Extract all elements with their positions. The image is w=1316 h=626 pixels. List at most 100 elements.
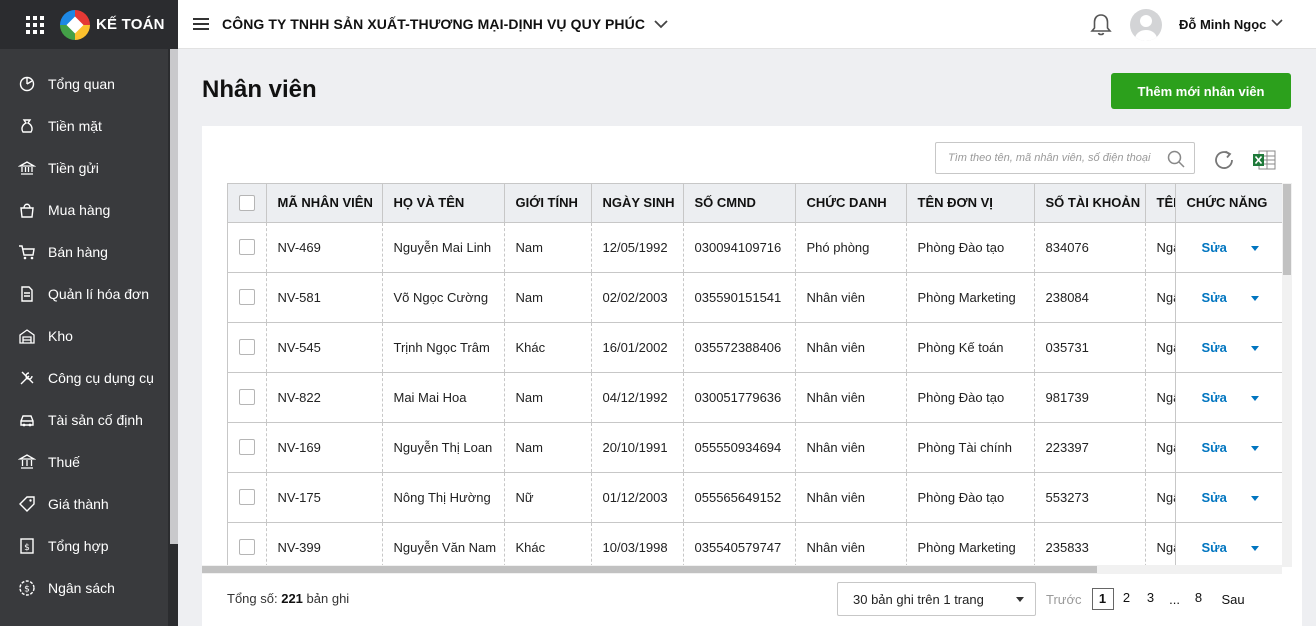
edit-link[interactable]: Sửa	[1202, 490, 1227, 505]
row-checkbox-cell[interactable]	[228, 322, 267, 373]
company-name[interactable]: CÔNG TY TNHH SẢN XUẤT-THƯƠNG MẠI-DỊNH VỤ…	[222, 16, 645, 32]
sidebar-item[interactable]: $ Tổng hợp	[0, 525, 168, 567]
refresh-icon[interactable]	[1212, 148, 1236, 172]
row-checkbox[interactable]	[238, 489, 255, 506]
sidebar-item[interactable]: Thuế	[0, 441, 168, 483]
sidebar-item[interactable]: Tiền mặt	[0, 105, 168, 147]
user-avatar[interactable]	[1130, 9, 1162, 41]
row-checkbox-cell[interactable]	[228, 472, 267, 523]
column-header-position[interactable]: CHỨC DANH	[795, 184, 907, 223]
column-header-name[interactable]: HỌ VÀ TÊN	[382, 184, 505, 223]
sidebar-item[interactable]: $ Ngân sách	[0, 567, 168, 609]
sidebar-item[interactable]: Tài sản cố định	[0, 399, 168, 441]
row-checkbox-cell[interactable]	[228, 522, 267, 567]
search-icon[interactable]	[1167, 150, 1185, 168]
cell-unit-name: Phòng Marketing	[906, 272, 1035, 323]
row-actions-dropdown-icon[interactable]	[1250, 395, 1259, 401]
row-checkbox[interactable]	[238, 439, 255, 456]
sidebar-item[interactable]: Kho	[0, 315, 168, 357]
row-checkbox-cell[interactable]	[228, 222, 267, 273]
sidebar-item[interactable]: Quản lí hóa đơn	[0, 273, 168, 315]
sidebar-logo-bar: KẾ TOÁN	[0, 0, 178, 49]
edit-link[interactable]: Sửa	[1202, 390, 1227, 405]
column-header-code[interactable]: MÃ NHÂN VIÊN	[266, 184, 383, 223]
row-checkbox[interactable]	[238, 239, 255, 256]
sidebar-item[interactable]: Bán hàng	[0, 231, 168, 273]
edit-link[interactable]: Sửa	[1202, 240, 1227, 255]
cell-bank-name: Ngân hàng	[1145, 522, 1176, 567]
svg-text:$: $	[24, 585, 30, 595]
sidebar-scrollbar-thumb[interactable]	[170, 49, 178, 544]
hamburger-menu-icon[interactable]	[193, 18, 209, 30]
pagination-next[interactable]: Sau	[1222, 592, 1245, 607]
search-input[interactable]	[936, 143, 1156, 173]
cell-date-of-birth: 04/12/1992	[591, 372, 684, 423]
row-actions-dropdown-icon[interactable]	[1250, 445, 1259, 451]
table-row[interactable]: NV-545 Trịnh Ngọc Trâm Khác 16/01/2002 03557…	[228, 322, 1282, 373]
cell-gender: Nam	[504, 372, 592, 423]
pagination-page[interactable]: 3	[1140, 588, 1162, 610]
sidebar-item-label: Tài sản cố định	[48, 412, 143, 428]
cell-date-of-birth: 02/02/2003	[591, 272, 684, 323]
pagination-prev[interactable]: Trước	[1046, 592, 1082, 607]
edit-link[interactable]: Sửa	[1202, 340, 1227, 355]
column-header-bank[interactable]: TÊN NGÂN HÀNG	[1145, 184, 1176, 223]
chevron-down-icon[interactable]	[654, 19, 668, 29]
row-checkbox[interactable]	[238, 289, 255, 306]
user-menu-chevron-icon[interactable]	[1271, 19, 1283, 27]
table-row[interactable]: NV-581 Võ Ngọc Cường Nam 02/02/2003 03559015…	[228, 272, 1282, 323]
column-header-unit[interactable]: TÊN ĐƠN VỊ	[906, 184, 1035, 223]
excel-export-icon[interactable]	[1252, 150, 1276, 170]
column-header-gender[interactable]: GIỚI TÍNH	[504, 184, 592, 223]
table-row[interactable]: NV-169 Nguyễn Thị Loan Nam 20/10/1991 055550…	[228, 422, 1282, 473]
row-checkbox[interactable]	[238, 389, 255, 406]
column-header-account[interactable]: SỐ TÀI KHOẢN	[1034, 184, 1146, 223]
column-header-id-number[interactable]: SỐ CMND	[683, 184, 796, 223]
row-checkbox[interactable]	[238, 339, 255, 356]
table-row[interactable]: NV-822 Mai Mai Hoa Nam 04/12/1992 0300517796…	[228, 372, 1282, 423]
select-all-checkbox-cell[interactable]	[228, 184, 267, 223]
user-name[interactable]: Đỗ Minh Ngọc	[1179, 17, 1266, 32]
page-size-select[interactable]: 30 bản ghi trên 1 trang	[837, 582, 1036, 616]
cell-gender: Nam	[504, 272, 592, 323]
sidebar-item[interactable]: Tiền gửi	[0, 147, 168, 189]
table-horizontal-scrollbar-thumb[interactable]	[202, 566, 1097, 573]
pagination-current-page[interactable]: 1	[1091, 588, 1114, 610]
cell-account-number: 981739	[1034, 372, 1146, 423]
row-actions-dropdown-icon[interactable]	[1250, 295, 1259, 301]
edit-link[interactable]: Sửa	[1202, 290, 1227, 305]
cell-employee-name: Võ Ngọc Cường	[382, 272, 505, 323]
cell-account-number: 035731	[1034, 322, 1146, 373]
select-all-checkbox[interactable]	[238, 195, 255, 212]
tax-building-icon	[18, 453, 36, 471]
edit-link[interactable]: Sửa	[1202, 440, 1227, 455]
sidebar-item[interactable]: Giá thành	[0, 483, 168, 525]
sidebar-item[interactable]: Tổng quan	[0, 63, 168, 105]
cell-unit-name: Phòng Kế toán	[906, 322, 1035, 373]
row-actions-dropdown-icon[interactable]	[1250, 345, 1259, 351]
sidebar-item[interactable]: Mua hàng	[0, 189, 168, 231]
column-header-dob[interactable]: NGÀY SINH	[591, 184, 684, 223]
pagination: Trước 1 2 3... 8 Sau	[1046, 588, 1245, 610]
row-actions-dropdown-icon[interactable]	[1250, 495, 1259, 501]
row-checkbox-cell[interactable]	[228, 372, 267, 423]
table-row[interactable]: NV-399 Nguyễn Văn Nam Khác 10/03/1998 035540…	[228, 522, 1282, 567]
notification-bell-icon[interactable]	[1088, 12, 1114, 38]
add-employee-button[interactable]: Thêm mới nhân viên	[1111, 73, 1291, 109]
edit-link[interactable]: Sửa	[1202, 540, 1227, 555]
cell-employee-code: NV-399	[266, 522, 383, 567]
sidebar: KẾ TOÁN Tổng quan Tiền mặt Tiền gửi Mua hàn…	[0, 0, 178, 626]
table-row[interactable]: NV-175 Nông Thị Hường Nữ 01/12/2003 05556564…	[228, 472, 1282, 523]
apps-grid-icon[interactable]	[26, 15, 44, 34]
pagination-page[interactable]: 2	[1116, 588, 1138, 610]
sidebar-item[interactable]: Công cụ dụng cụ	[0, 357, 168, 399]
row-checkbox-cell[interactable]	[228, 422, 267, 473]
cell-employee-name: Trịnh Ngọc Trâm	[382, 322, 505, 373]
table-vertical-scrollbar-thumb[interactable]	[1283, 184, 1291, 275]
row-checkbox-cell[interactable]	[228, 272, 267, 323]
pagination-page[interactable]: 8	[1188, 588, 1210, 610]
table-row[interactable]: NV-469 Nguyễn Mai Linh Nam 12/05/1992 030094…	[228, 222, 1282, 273]
row-actions-dropdown-icon[interactable]	[1250, 545, 1259, 551]
row-checkbox[interactable]	[238, 539, 255, 556]
row-actions-dropdown-icon[interactable]	[1250, 245, 1259, 251]
